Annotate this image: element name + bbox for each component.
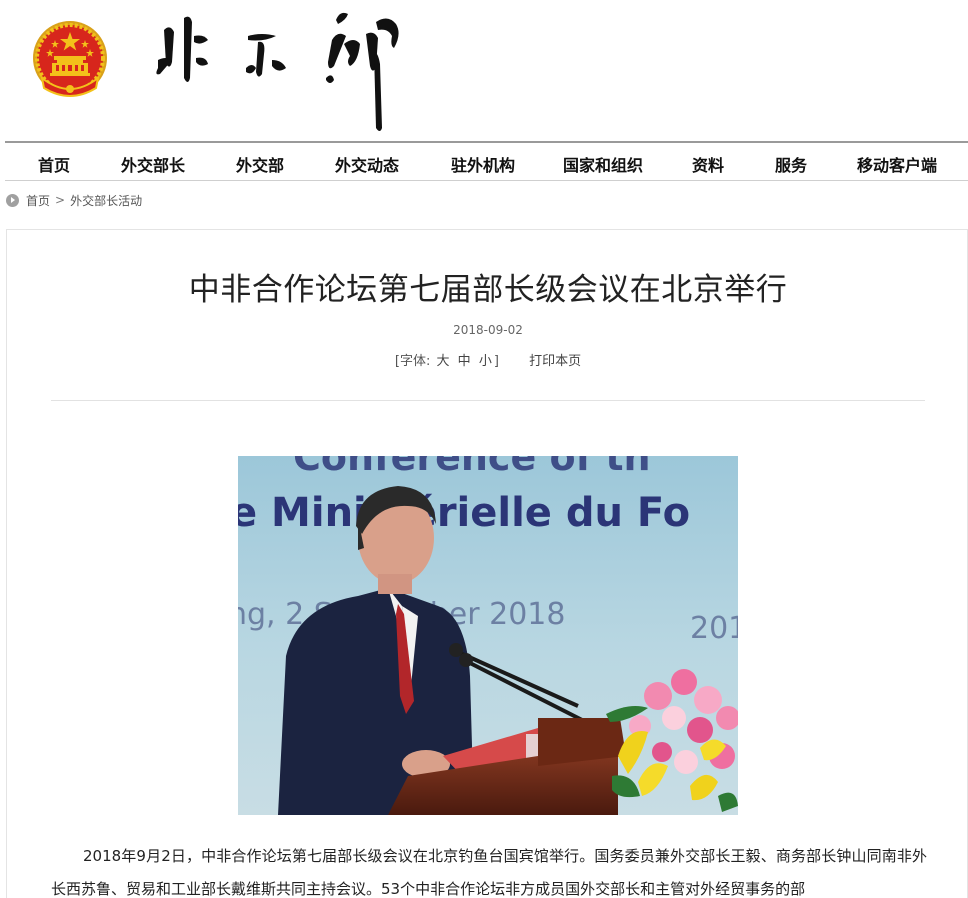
font-small-button[interactable]: 小 [479,354,492,369]
nav-item-mobile-client[interactable]: 移动客户端 [857,152,937,176]
nav-item-services[interactable]: 服务 [775,152,807,176]
photo-banner-line2: e Ministérielle du Fo [238,490,690,536]
nav-item-foreign-minister[interactable]: 外交部长 [121,152,185,176]
arrow-right-circle-icon [6,193,19,207]
article-paragraph: 2018年9月2日，中非合作论坛第七届部长级会议在北京钓鱼台国宾馆举行。国务委员… [51,847,927,898]
font-medium-button[interactable]: 中 [458,354,471,369]
ministry-wordmark-calligraphy [156,12,399,131]
nav-item-countries-organizations[interactable]: 国家和组织 [563,152,643,176]
breadcrumb-current-link[interactable]: 外交部长活动 [70,192,142,209]
print-page-button[interactable]: 打印本页 [529,354,581,369]
nav-item-home[interactable]: 首页 [38,152,70,176]
main-navigation: 首页 外交部长 外交部 外交动态 驻外机构 国家和组织 资料 服务 移动客户端 [5,141,968,181]
nav-item-ministry[interactable]: 外交部 [236,152,284,176]
breadcrumb-separator: > [55,193,66,207]
article-date: 2018-09-02 [453,323,523,337]
article-tools: [字体: 大 中 小] 打印本页 [7,350,968,369]
photo-banner-line1: Conférence of th [293,456,651,479]
photo-banner-line4: 201 [690,611,738,646]
breadcrumb: 首页 > 外交部长活动 [6,192,142,208]
article-photo: Conférence of th e Ministérielle du Fo n… [238,456,738,815]
nav-item-missions-abroad[interactable]: 驻外机构 [451,152,515,176]
font-size-selector: [字体: 大 中 小] [395,354,499,369]
site-header [0,0,968,142]
divider [51,400,925,401]
national-emblem-icon[interactable] [30,18,110,102]
font-size-bracket: ] [493,354,499,369]
breadcrumb-home-link[interactable]: 首页 [26,192,50,209]
font-size-label: [字体: [394,354,431,369]
article-title: 中非合作论坛第七届部长级会议在北京举行 [188,272,788,308]
nav-item-diplomatic-news[interactable]: 外交动态 [335,152,399,176]
article-container: 中非合作论坛第七届部长级会议在北京举行 2018-09-02 [字体: 大 中 … [6,229,968,898]
font-large-button[interactable]: 大 [437,354,450,369]
nav-item-resources[interactable]: 资料 [692,152,724,176]
